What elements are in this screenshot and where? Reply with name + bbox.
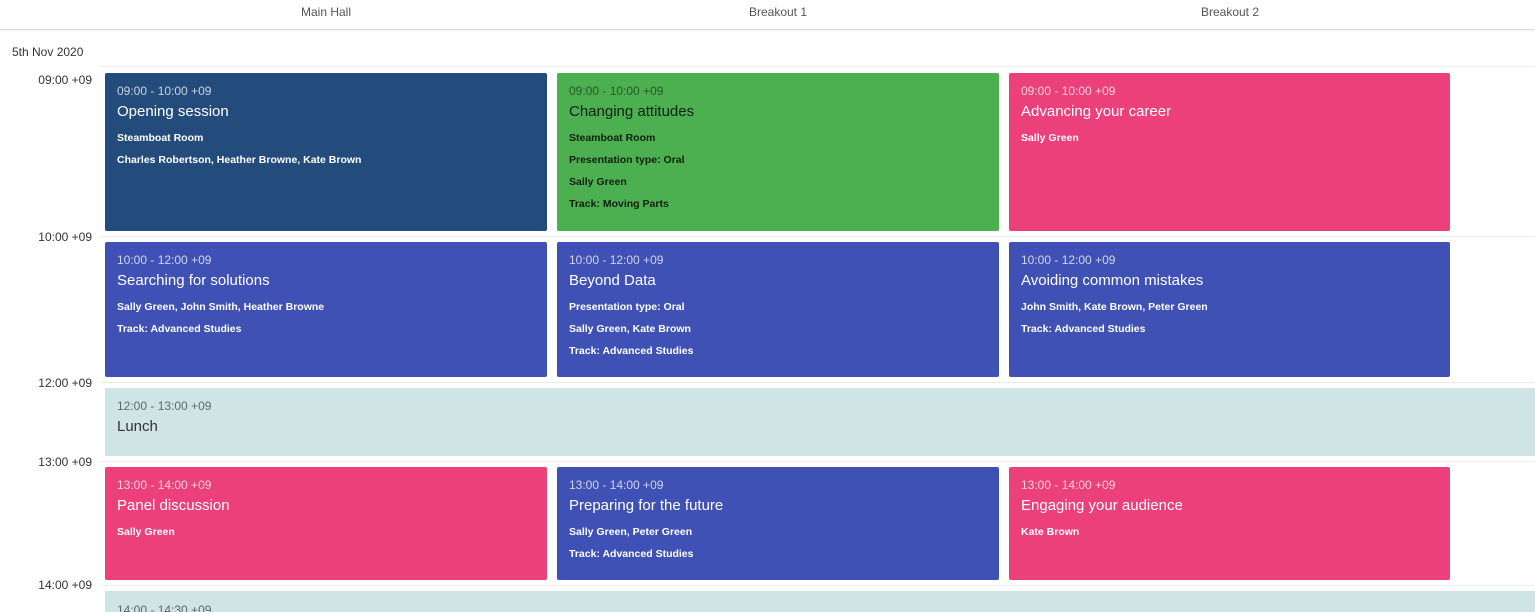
event-time: 10:00 - 12:00 +09 (117, 253, 212, 267)
event-title: Advancing your career (1021, 103, 1172, 120)
event-track: Track: Moving Parts (569, 198, 669, 210)
event-time: 13:00 - 14:00 +09 (117, 478, 212, 492)
event-track: Track: Advanced Studies (569, 548, 694, 560)
event-preparing-for-the-future[interactable]: 13:00 - 14:00 +09 Preparing for the futu… (557, 467, 999, 580)
event-track: Track: Advanced Studies (1021, 323, 1146, 335)
row-divider (100, 585, 1535, 586)
event-speakers: John Smith, Kate Brown, Peter Green (1021, 301, 1208, 313)
event-speakers: Sally Green (569, 176, 627, 188)
event-time: 10:00 - 12:00 +09 (569, 253, 664, 267)
event-speakers: Sally Green (1021, 132, 1079, 144)
event-time: 09:00 - 10:00 +09 (117, 84, 212, 98)
event-title: Changing attitudes (569, 103, 695, 120)
event-title: Lunch (117, 418, 158, 435)
event-engaging-your-audience[interactable]: 13:00 - 14:00 +09 Engaging your audience… (1009, 467, 1450, 580)
event-opening-session[interactable]: 09:00 - 10:00 +09 Opening session Steamb… (105, 73, 547, 231)
event-advancing-your-career[interactable]: 09:00 - 10:00 +09 Advancing your career … (1009, 73, 1450, 231)
time-label: 13:00 +09 (38, 455, 92, 469)
event-speakers: Sally Green, Kate Brown (569, 323, 691, 335)
event-speakers: Sally Green, John Smith, Heather Browne (117, 301, 325, 313)
event-track: Track: Advanced Studies (117, 323, 242, 335)
room-header: Main Hall Breakout 1 Breakout 2 (0, 0, 1535, 30)
event-panel-discussion[interactable]: 13:00 - 14:00 +09 Panel discussion Sally… (105, 467, 547, 580)
event-title: Opening session (117, 103, 229, 120)
event-location: Steamboat Room (117, 132, 204, 144)
row-divider (100, 236, 1535, 237)
room-header-breakout-1: Breakout 1 (748, 5, 808, 19)
row-divider (100, 66, 1535, 67)
event-title: Engaging your audience (1021, 497, 1183, 514)
event-time: 13:00 - 14:00 +09 (569, 478, 664, 492)
event-presentation-type: Presentation type: Oral (569, 301, 685, 313)
event-speakers: Kate Brown (1021, 526, 1080, 538)
room-header-breakout-2: Breakout 2 (1200, 5, 1260, 19)
room-header-main-hall: Main Hall (300, 5, 351, 19)
event-title: Preparing for the future (569, 497, 724, 514)
event-track: Track: Advanced Studies (569, 345, 694, 357)
event-speakers: Charles Robertson, Heather Browne, Kate … (117, 154, 362, 166)
event-title: Searching for solutions (117, 272, 270, 289)
event-title: Avoiding common mistakes (1021, 272, 1204, 289)
date-label: 5th Nov 2020 (12, 45, 84, 59)
event-presentation-type: Presentation type: Oral (569, 154, 685, 166)
time-label: 14:00 +09 (38, 578, 92, 592)
event-time: 13:00 - 14:00 +09 (1021, 478, 1116, 492)
event-speakers: Sally Green, Peter Green (569, 526, 693, 538)
event-searching-for-solutions[interactable]: 10:00 - 12:00 +09 Searching for solution… (105, 242, 547, 377)
time-label: 12:00 +09 (38, 376, 92, 390)
event-lunch[interactable]: 12:00 - 13:00 +09 Lunch (105, 388, 1535, 456)
event-break-1400[interactable]: 14:00 - 14:30 +09 (105, 591, 1535, 612)
row-divider (100, 461, 1535, 462)
row-divider (100, 382, 1535, 383)
event-title: Beyond Data (569, 272, 656, 289)
event-time: 12:00 - 13:00 +09 (117, 399, 212, 413)
event-time: 14:00 - 14:30 +09 (117, 603, 212, 612)
time-label: 09:00 +09 (38, 73, 92, 87)
event-speakers: Sally Green (117, 526, 175, 538)
event-time: 09:00 - 10:00 +09 (569, 84, 664, 98)
event-title: Panel discussion (117, 497, 230, 514)
event-time: 09:00 - 10:00 +09 (1021, 84, 1116, 98)
event-changing-attitudes[interactable]: 09:00 - 10:00 +09 Changing attitudes Ste… (557, 73, 999, 231)
event-avoiding-common-mistakes[interactable]: 10:00 - 12:00 +09 Avoiding common mistak… (1009, 242, 1450, 377)
time-label: 10:00 +09 (38, 230, 92, 244)
event-beyond-data[interactable]: 10:00 - 12:00 +09 Beyond Data Presentati… (557, 242, 999, 377)
event-location: Steamboat Room (569, 132, 656, 144)
event-time: 10:00 - 12:00 +09 (1021, 253, 1116, 267)
